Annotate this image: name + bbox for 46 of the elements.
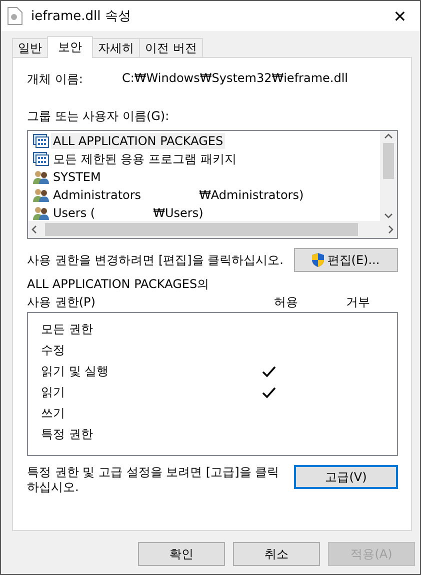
object-name-value: C:₩Windows₩System32₩ieframe.dll xyxy=(122,71,348,87)
package-icon xyxy=(33,152,49,166)
permissions-title: ALL APPLICATION PACKAGES의 xyxy=(27,276,210,293)
close-button[interactable]: ✕ xyxy=(380,1,420,31)
tab[interactable]: 자세히 xyxy=(92,38,140,57)
window-title: ieframe.dll 속성 xyxy=(31,8,132,25)
vertical-scrollbar[interactable] xyxy=(380,131,397,221)
scroll-left-icon[interactable] xyxy=(31,225,37,234)
advanced-hint: 특정 권한 및 고급 설정을 보려면 [고급]을 클릭하십시오. xyxy=(27,465,280,495)
permission-name: 읽기 xyxy=(41,384,66,401)
dialog-button[interactable]: 취소 xyxy=(233,542,320,566)
scroll-right-icon[interactable] xyxy=(388,225,394,234)
users-icon xyxy=(33,170,49,184)
principals-label: 그룹 또는 사용자 이름(G): xyxy=(27,108,170,125)
principal-item[interactable]: ALL APPLICATION PACKAGES xyxy=(51,133,226,149)
edit-hint: 사용 권한을 변경하려면 [편집]을 클릭하십시오. xyxy=(27,252,284,268)
horizontal-scrollbar[interactable] xyxy=(28,221,397,238)
permissions-label: 사용 권한(P) xyxy=(27,294,96,311)
scroll-down-icon[interactable] xyxy=(384,213,393,219)
principal-account: ₩Administrators) xyxy=(198,187,305,203)
package-icon xyxy=(33,134,49,148)
principal-item[interactable]: 모든 제한된 응용 프로그램 패키지 xyxy=(51,150,238,168)
column-header: 거부 xyxy=(346,294,371,311)
permission-name: 쓰기 xyxy=(41,405,66,422)
principal-item[interactable]: SYSTEM xyxy=(51,169,103,185)
permission-name: 모든 권한 xyxy=(41,321,94,338)
edit-button[interactable]: 편집(E)... xyxy=(294,248,398,272)
principal-item[interactable]: Users ( xyxy=(51,205,98,221)
users-icon xyxy=(33,188,49,202)
advanced-button[interactable]: 고급(V) xyxy=(294,465,398,489)
users-icon xyxy=(33,206,49,220)
scroll-up-icon[interactable] xyxy=(384,133,393,139)
principal-account: ₩Users) xyxy=(152,205,204,221)
permission-name: 수정 xyxy=(41,342,66,359)
column-header: 허용 xyxy=(274,294,299,311)
tab[interactable]: 보안 xyxy=(47,36,93,58)
file-icon xyxy=(7,7,23,25)
tab[interactable]: 일반 xyxy=(12,38,48,57)
tab[interactable]: 이전 버전 xyxy=(139,38,203,57)
principals-list[interactable]: ALL APPLICATION PACKAGES 모든 제한된 응용 프로그램 패키지 SYSTEM Administrators ₩Administrators) Users ( ₩Users) xyxy=(27,130,398,239)
permission-name: 특정 권한 xyxy=(41,426,94,443)
dialog-button[interactable]: 확인 xyxy=(138,542,225,566)
object-name-label: 개체 이름: xyxy=(27,71,84,88)
principal-item[interactable]: Administrators xyxy=(51,187,144,203)
permission-name: 읽기 및 실행 xyxy=(41,363,110,380)
shield-icon xyxy=(312,253,324,267)
